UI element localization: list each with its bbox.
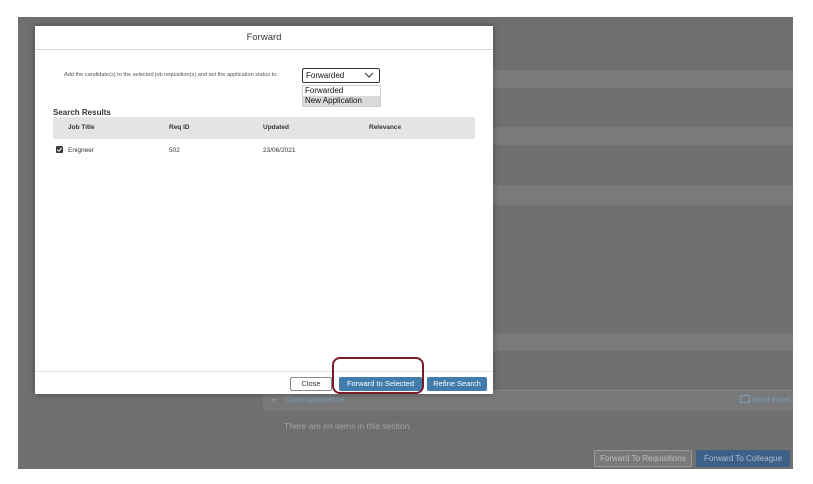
- correspondence-section-title: Correspondence: [285, 395, 345, 404]
- chevron-down-icon: [364, 72, 374, 78]
- cell-req-id: 502: [169, 147, 180, 154]
- dialog-title: Forward: [35, 26, 493, 50]
- column-header-req-id[interactable]: Req ID: [169, 124, 190, 131]
- checkbox-checked-icon[interactable]: [56, 146, 63, 153]
- column-header-job-title[interactable]: Job Title: [68, 124, 95, 131]
- status-option-new-application[interactable]: New Application: [303, 96, 380, 106]
- search-results-table: Job Title Req ID Updated Relevance Enign…: [53, 117, 475, 161]
- cell-updated: 23/06/2021: [263, 147, 296, 154]
- refine-search-button[interactable]: Refine Search: [427, 377, 487, 391]
- table-row[interactable]: Enigneer 502 23/06/2021: [53, 139, 475, 161]
- cell-job-title: Enigneer: [68, 147, 95, 154]
- dialog-footer: Close Forward to Selected Refine Search: [35, 371, 493, 395]
- send-email-label: Send Email: [752, 395, 791, 404]
- forward-to-colleague-button[interactable]: Forward To Colleague: [696, 450, 790, 467]
- table-header: Job Title Req ID Updated Relevance: [53, 117, 475, 139]
- highlight-annotation: [332, 357, 424, 394]
- mail-icon: [740, 395, 750, 403]
- status-option-forwarded[interactable]: Forwarded: [303, 86, 380, 96]
- status-select-value: Forwarded: [306, 71, 345, 80]
- close-button[interactable]: Close: [290, 377, 332, 391]
- forward-to-requisitions-button[interactable]: Forward To Requisitions: [594, 450, 692, 467]
- empty-section-text: There are no items in this section.: [284, 421, 412, 431]
- forward-dialog: Forward Add the candidate(s) to the sele…: [35, 26, 493, 394]
- status-dropdown-list: Forwarded New Application: [302, 85, 381, 107]
- column-header-updated[interactable]: Updated: [263, 124, 289, 131]
- search-results-title: Search Results: [53, 108, 111, 117]
- instruction-text: Add the candidate(s) to the selected job…: [64, 72, 278, 78]
- status-select[interactable]: Forwarded: [302, 68, 380, 83]
- column-header-relevance[interactable]: Relevance: [369, 124, 401, 131]
- send-email-link[interactable]: Send Email: [740, 395, 790, 404]
